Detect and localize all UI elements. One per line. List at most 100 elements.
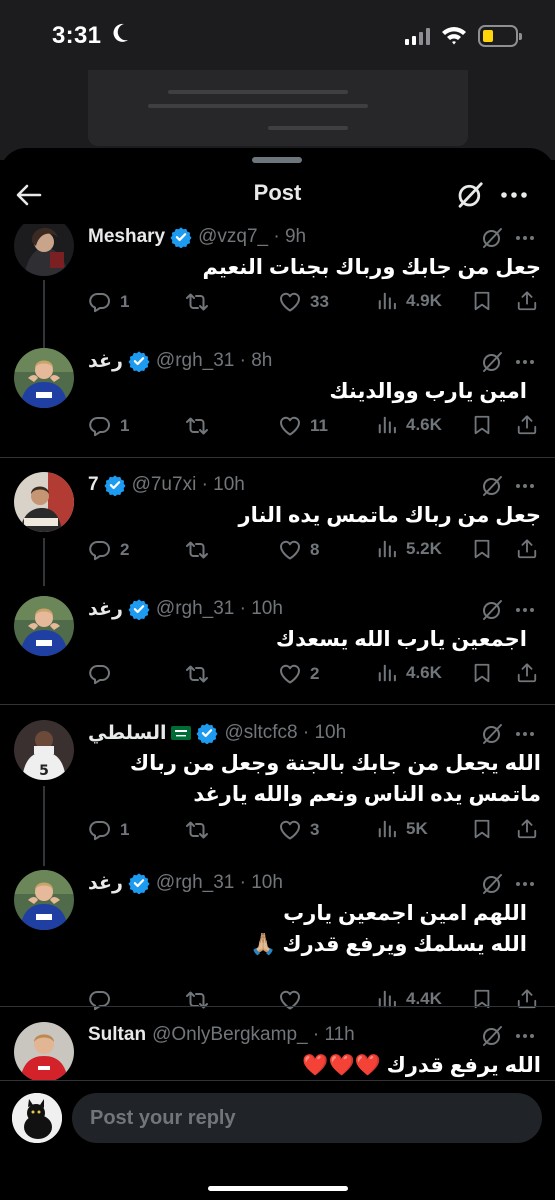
- share-button[interactable]: [516, 818, 538, 840]
- views-button[interactable]: 4.6K: [376, 662, 442, 684]
- user-name[interactable]: 7: [88, 474, 99, 496]
- tweet[interactable]: 5 السلطي @sltcfc8 · 10h الله يجعل من جاب…: [0, 720, 555, 866]
- like-button[interactable]: 8: [278, 538, 319, 562]
- reply-button[interactable]: [88, 662, 120, 686]
- retweet-button[interactable]: [185, 290, 217, 314]
- grok-icon[interactable]: [455, 180, 485, 210]
- tweet[interactable]: رغد @rgh_31 · 10h اللهم امين اجمعين يارب…: [0, 870, 555, 1010]
- reply-count: 1: [120, 820, 130, 839]
- retweet-button[interactable]: [185, 818, 217, 842]
- reply-icon: [88, 988, 112, 1012]
- more-icon[interactable]: [512, 722, 538, 746]
- more-icon[interactable]: [512, 226, 538, 250]
- user-handle[interactable]: @rgh_31 · 8h: [156, 350, 272, 372]
- reply-button[interactable]: 2: [88, 538, 129, 562]
- more-icon[interactable]: [498, 180, 530, 210]
- post-sheet: Post Meshary @vzq7_ · 9h جعل من جابك ورب…: [0, 148, 555, 1200]
- tweet[interactable]: رغد @rgh_31 · 10h اجمعين يارب الله يسعدك…: [0, 596, 555, 706]
- retweet-button[interactable]: [185, 538, 217, 562]
- views-button[interactable]: 5.2K: [376, 538, 442, 560]
- tweet[interactable]: Sultan @OnlyBergkamp_ · 11h الله يرفع قد…: [0, 1022, 555, 1082]
- more-icon[interactable]: [512, 474, 538, 498]
- bookmark-button[interactable]: [471, 662, 493, 684]
- like-button[interactable]: 33: [278, 290, 329, 314]
- sheet-grabber[interactable]: [252, 157, 302, 163]
- reply-count: 1: [120, 416, 130, 435]
- user-handle[interactable]: @sltcfc8 · 10h: [224, 722, 346, 744]
- avatar[interactable]: [14, 348, 74, 408]
- tweet[interactable]: 7 @7u7xi · 10h جعل من رباك ماتمس يده الن…: [0, 472, 555, 586]
- user-name[interactable]: Meshary: [88, 226, 165, 248]
- like-count: 2: [310, 664, 320, 683]
- tweet[interactable]: رغد @rgh_31 · 8h امين يارب ووالدينك 1 11…: [0, 348, 555, 458]
- user-name[interactable]: رغد: [88, 350, 123, 373]
- bookmark-button[interactable]: [471, 538, 493, 560]
- grok-icon[interactable]: [480, 1024, 504, 1048]
- tweet-actions: 1 11 4.6K: [88, 414, 540, 440]
- retweet-button[interactable]: [185, 662, 217, 686]
- grok-icon[interactable]: [480, 474, 504, 498]
- reply-button[interactable]: 1: [88, 414, 129, 438]
- share-button[interactable]: [516, 414, 538, 436]
- user-handle[interactable]: @rgh_31 · 10h: [156, 598, 283, 620]
- more-icon[interactable]: [512, 350, 538, 374]
- avatar[interactable]: [14, 870, 74, 930]
- user-name[interactable]: رغد: [88, 598, 123, 621]
- retweet-button[interactable]: [185, 988, 217, 1012]
- like-button[interactable]: [278, 988, 310, 1012]
- user-name[interactable]: Sultan: [88, 1024, 146, 1046]
- user-name[interactable]: السلطي: [88, 722, 166, 745]
- reply-button[interactable]: 1: [88, 290, 129, 314]
- like-button[interactable]: 2: [278, 662, 319, 686]
- user-handle[interactable]: @vzq7_ · 9h: [198, 226, 306, 248]
- share-icon: [516, 538, 538, 560]
- divider: [0, 1006, 555, 1007]
- bookmark-button[interactable]: [471, 818, 493, 840]
- thread-line: [43, 786, 45, 866]
- user-name[interactable]: رغد: [88, 872, 123, 895]
- avatar[interactable]: [14, 1022, 74, 1082]
- tweet-actions: 1 33 4.9K: [88, 290, 540, 316]
- tweet[interactable]: Meshary @vzq7_ · 9h جعل من جابك ورباك بج…: [0, 224, 555, 350]
- home-indicator[interactable]: [208, 1186, 348, 1191]
- user-handle[interactable]: @7u7xi · 10h: [132, 474, 245, 496]
- grok-icon[interactable]: [480, 872, 504, 896]
- thread-line: [43, 538, 45, 586]
- user-handle[interactable]: @OnlyBergkamp_ · 11h: [152, 1024, 355, 1046]
- reply-button[interactable]: [88, 988, 120, 1012]
- like-button[interactable]: 3: [278, 818, 319, 842]
- like-icon: [278, 290, 302, 314]
- grok-icon[interactable]: [480, 226, 504, 250]
- views-button[interactable]: 5K: [376, 818, 428, 840]
- verified-badge-icon: [128, 350, 150, 372]
- more-icon[interactable]: [512, 598, 538, 622]
- avatar[interactable]: [14, 472, 74, 532]
- share-button[interactable]: [516, 662, 538, 684]
- grok-icon[interactable]: [480, 350, 504, 374]
- more-icon[interactable]: [512, 1024, 538, 1048]
- grok-icon[interactable]: [480, 598, 504, 622]
- avatar[interactable]: [14, 596, 74, 656]
- view-count: 4.9K: [406, 291, 442, 310]
- bookmark-button[interactable]: [471, 414, 493, 436]
- retweet-button[interactable]: [185, 414, 217, 438]
- reply-composer: [0, 1080, 555, 1200]
- avatar[interactable]: 5: [14, 720, 74, 780]
- views-icon: [376, 414, 398, 436]
- avatar[interactable]: [14, 224, 74, 276]
- reply-input[interactable]: [72, 1093, 542, 1143]
- share-button[interactable]: [516, 538, 538, 560]
- like-button[interactable]: 11: [278, 414, 328, 438]
- bookmark-button[interactable]: [471, 290, 493, 312]
- my-avatar[interactable]: [12, 1093, 62, 1143]
- views-button[interactable]: 4.6K: [376, 414, 442, 436]
- tweet-text: الله يرفع قدرك ❤️❤️❤️: [302, 1054, 541, 1077]
- verified-badge-icon: [170, 226, 192, 248]
- reply-button[interactable]: 1: [88, 818, 129, 842]
- views-button[interactable]: 4.9K: [376, 290, 442, 312]
- more-icon[interactable]: [512, 872, 538, 896]
- user-handle[interactable]: @rgh_31 · 10h: [156, 872, 283, 894]
- share-button[interactable]: [516, 290, 538, 312]
- grok-icon[interactable]: [480, 722, 504, 746]
- like-count: 3: [310, 820, 320, 839]
